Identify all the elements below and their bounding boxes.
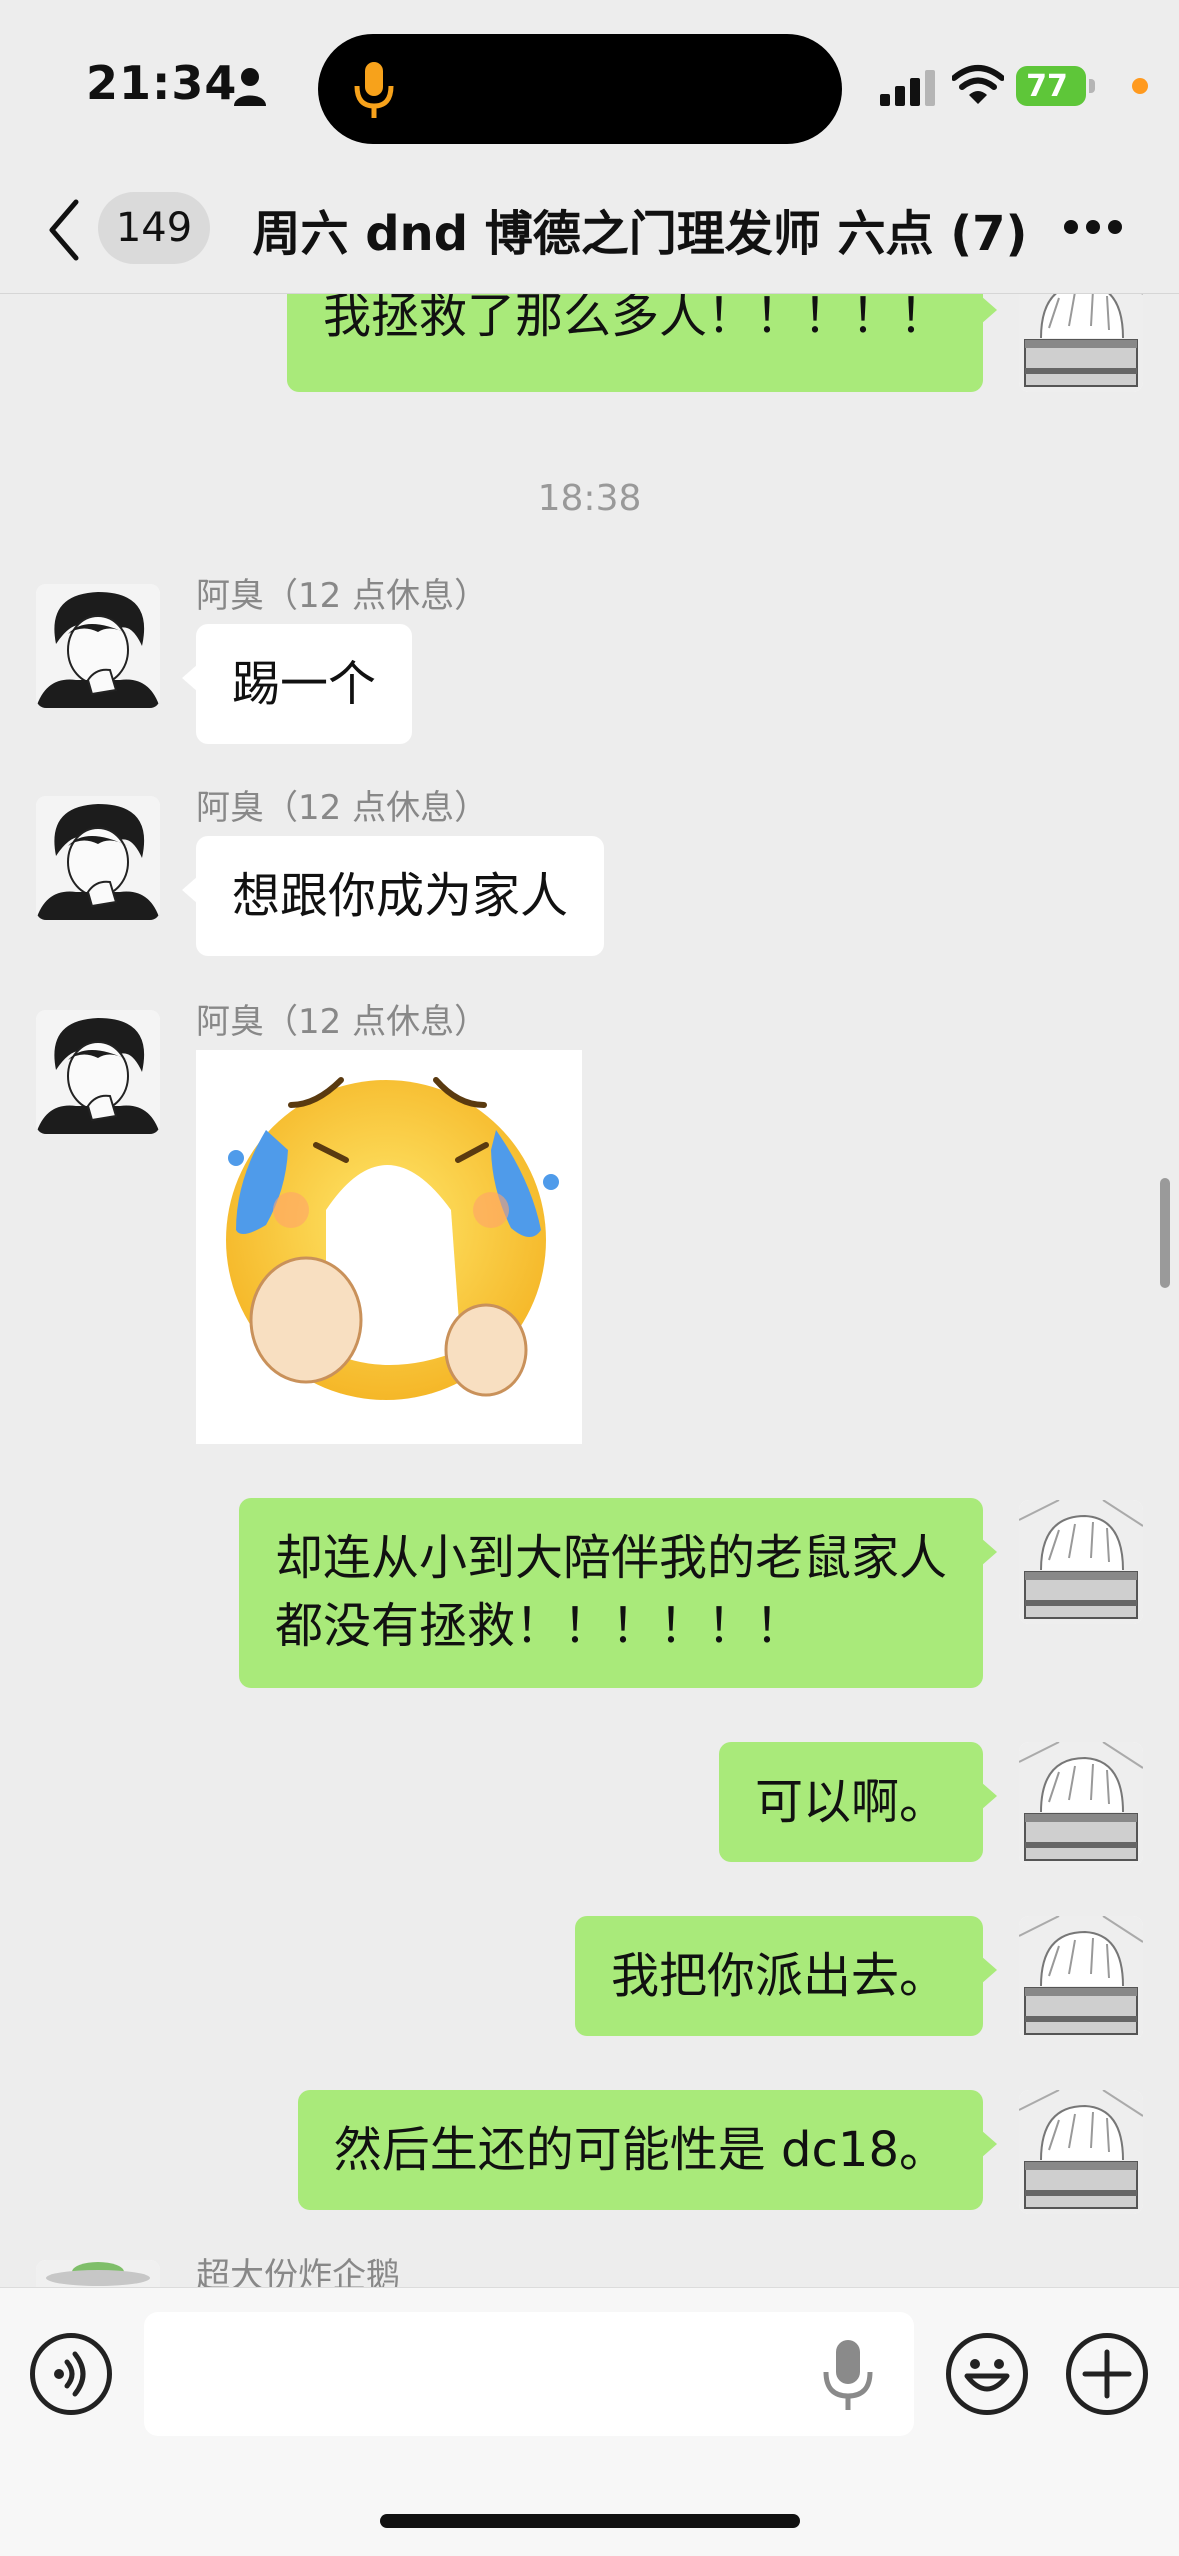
message-text: 我拯救了那么多人！！！！！ [322,294,947,344]
self-avatar[interactable] [1019,2090,1143,2214]
chat-title[interactable]: 周六 dnd 博德之门理发师 六点 (7) [230,194,1050,264]
emoji-icon[interactable] [946,2333,1028,2415]
home-indicator[interactable] [380,2514,800,2528]
message-input[interactable] [144,2312,914,2436]
self-avatar[interactable] [1019,1742,1143,1866]
message-text: 我把你派出去。 [610,1948,947,2004]
sender-name: 超大份炸企鹅 [196,2256,400,2287]
message-bubble-other[interactable]: 想跟你成为家人 [181,836,605,956]
chat-header: 149 周六 dnd 博德之门理发师 六点 (7) [0,170,1179,294]
sender-name: 阿臭（12 点休息） [196,788,489,828]
message-text: 然后生还的可能性是 dc18。 [333,2122,947,2178]
self-avatar[interactable] [1019,1500,1143,1624]
cellular-signal-icon [880,70,935,106]
message-bubble-self[interactable]: 可以啊。 [718,1742,998,1862]
message-text: 可以啊。 [754,1774,947,1830]
message-text-line: 却连从小到大陪伴我的老鼠家人 [274,1530,947,1586]
self-avatar[interactable] [1019,1916,1143,2040]
sender-avatar[interactable] [36,796,160,920]
battery-charging-icon: 77 [1016,66,1096,106]
message-bubble-self[interactable]: 却连从小到大陪伴我的老鼠家人 都没有拯救！！！！！！ [238,1498,998,1688]
status-time: 21:34 [86,56,238,110]
voice-mode-icon[interactable] [30,2333,112,2415]
sender-avatar[interactable] [36,584,160,708]
message-bubble-self[interactable]: 然后生还的可能性是 dc18。 [297,2090,998,2210]
battery-level: 77 [1026,69,1068,104]
message-list[interactable]: 我拯救了那么多人！！！！！ 18:38 阿臭（12 点休息） 踢一个 阿臭（12… [0,294,1179,2287]
message-text: 想跟你成为家人 [232,868,569,924]
sender-avatar[interactable] [36,1010,160,1134]
message-timestamp: 18:38 [537,478,642,519]
sender-avatar[interactable] [36,2260,160,2287]
dynamic-island [318,34,842,144]
self-avatar[interactable] [1019,294,1143,392]
unread-count-badge[interactable]: 149 [98,192,210,264]
crying-emoji-sticker[interactable] [196,1050,582,1444]
message-bubble-self[interactable]: 我把你派出去。 [574,1916,998,2036]
person-icon [234,68,266,106]
scrollbar[interactable] [1160,1178,1170,1288]
input-bar [0,2287,1179,2556]
microphone-indicator-icon [354,62,394,118]
message-text: 踢一个 [232,656,377,712]
sender-name: 阿臭（12 点休息） [196,1002,489,1042]
privacy-indicator-dot [1132,78,1148,94]
status-bar: 21:34 77 [0,0,1179,170]
message-text-line: 都没有拯救！！！！！！ [274,1598,803,1654]
microphone-icon[interactable] [818,2338,878,2412]
chevron-left-icon[interactable] [46,198,80,262]
wifi-icon [952,65,1004,104]
message-bubble-other[interactable]: 踢一个 [181,624,413,744]
plus-icon[interactable] [1066,2333,1148,2415]
message-bubble-self[interactable]: 我拯救了那么多人！！！！！ [286,294,998,392]
sender-name: 阿臭（12 点休息） [196,576,489,616]
more-icon[interactable] [1064,220,1122,236]
